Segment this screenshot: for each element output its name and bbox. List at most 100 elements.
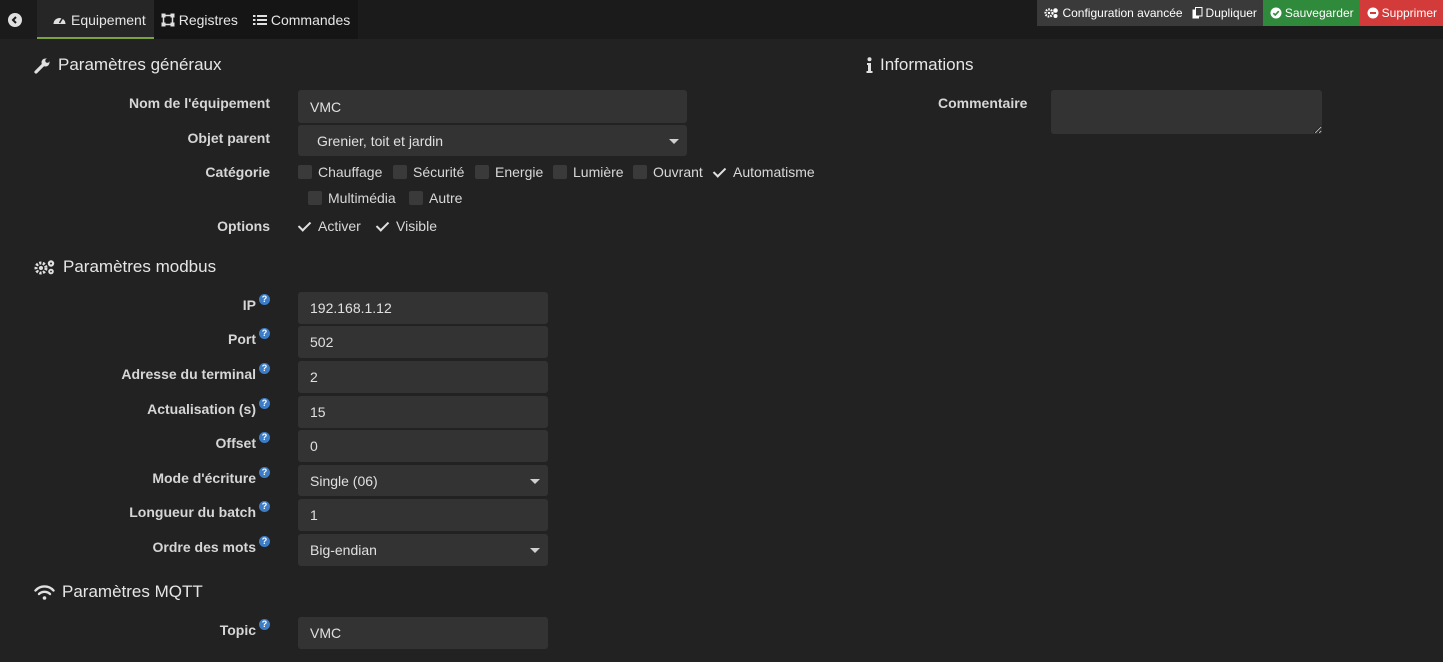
minus-circle-icon — [1367, 7, 1379, 19]
ip-label-text: IP — [242, 297, 256, 313]
terminal-address-label-text: Adresse du terminal — [121, 366, 256, 382]
category-autre-checkbox[interactable]: Autre — [409, 190, 462, 206]
option-activer-label: Activer — [318, 218, 361, 234]
offset-label-text: Offset — [215, 435, 256, 451]
equipment-name-label: Nom de l'équipement — [128, 95, 270, 111]
checkbox-box — [298, 165, 312, 179]
category-ouvrant-checkbox[interactable]: Ouvrant — [633, 164, 703, 180]
option-visible-checkbox[interactable]: Visible — [376, 218, 437, 234]
wrench-icon — [34, 57, 51, 74]
category-energie-label: Energie — [495, 164, 544, 180]
comment-textarea[interactable] — [1051, 90, 1322, 134]
options-label: Options — [217, 218, 270, 234]
dashboard-icon — [52, 13, 67, 26]
arrow-left-icon — [8, 12, 22, 27]
terminal-address-field[interactable]: 2 — [298, 361, 548, 393]
port-field[interactable]: 502 — [298, 326, 548, 358]
mqtt-section-title: Paramètres MQTT — [34, 582, 203, 602]
checkbox-box-checked — [713, 165, 727, 179]
general-section-title: Paramètres généraux — [34, 55, 221, 75]
checkbox-box — [409, 191, 423, 205]
tab-registres[interactable]: Registres — [154, 0, 246, 39]
info-title-text: Informations — [880, 55, 974, 74]
category-energie-checkbox[interactable]: Energie — [475, 164, 543, 180]
option-activer-checkbox[interactable]: Activer — [298, 218, 361, 234]
check-circle-icon — [1270, 7, 1282, 19]
modbus-section-title: Paramètres modbus — [34, 257, 216, 277]
help-icon[interactable]: ? — [259, 467, 270, 478]
save-label: Sauvegarder — [1284, 6, 1354, 20]
advanced-config-label: Configuration avancée — [1062, 6, 1183, 20]
tab-registres-label: Registres — [178, 11, 238, 28]
option-visible-label: Visible — [396, 218, 437, 234]
category-lumiere-checkbox[interactable]: Lumière — [553, 164, 624, 180]
checkbox-box-checked — [298, 219, 312, 233]
ip-field[interactable]: 192.168.1.12 — [298, 292, 548, 324]
save-button[interactable]: Sauvegarder — [1262, 0, 1360, 26]
category-chauffage-checkbox[interactable]: Chauffage — [298, 164, 382, 180]
terminal-address-label: Adresse du terminal? — [121, 363, 270, 382]
help-icon[interactable]: ? — [259, 432, 270, 443]
action-bar: Configuration avancée Dupliquer Sauvegar… — [1037, 0, 1443, 26]
help-icon[interactable]: ? — [259, 363, 270, 374]
cogs-icon — [1044, 7, 1059, 19]
category-chauffage-label: Chauffage — [318, 164, 383, 180]
category-automatisme-label: Automatisme — [733, 164, 815, 180]
category-ouvrant-label: Ouvrant — [653, 164, 703, 180]
comment-label: Commentaire — [938, 95, 1028, 111]
back-button[interactable] — [0, 0, 30, 39]
general-title-text: Paramètres généraux — [58, 55, 222, 74]
checkbox-box — [393, 165, 407, 179]
category-label: Catégorie — [205, 164, 270, 180]
refresh-field[interactable]: 15 — [298, 396, 548, 428]
info-section-title: Informations — [866, 55, 974, 75]
checkbox-box — [633, 165, 647, 179]
batch-length-field[interactable]: 1 — [298, 499, 548, 531]
duplicate-button[interactable]: Dupliquer — [1188, 0, 1263, 26]
info-icon — [866, 56, 873, 74]
checkbox-box — [308, 191, 322, 205]
top-bar: Equipement Registres Commandes Configura… — [0, 0, 1443, 39]
topic-field[interactable]: VMC — [298, 617, 548, 649]
tab-commandes-label: Commandes — [270, 11, 351, 28]
category-multimedia-checkbox[interactable]: Multimédia — [308, 190, 396, 206]
batch-length-label-text: Longueur du batch — [129, 504, 256, 520]
help-icon[interactable]: ? — [259, 536, 270, 547]
ip-label: IP? — [242, 294, 270, 313]
equipment-name-field[interactable]: VMC — [298, 90, 687, 123]
batch-length-label: Longueur du batch? — [129, 501, 270, 520]
category-securite-checkbox[interactable]: Sécurité — [393, 164, 464, 180]
offset-field[interactable]: 0 — [298, 430, 548, 462]
write-mode-label-text: Mode d'écriture — [152, 470, 256, 486]
parent-object-select[interactable]: Grenier, toit et jardin — [298, 125, 687, 156]
topic-label-text: Topic — [219, 622, 256, 638]
tab-bar: Equipement Registres Commandes — [37, 0, 359, 39]
port-label: Port? — [228, 328, 270, 347]
tab-equipement[interactable]: Equipement — [37, 0, 154, 39]
checkbox-box — [553, 165, 567, 179]
modbus-title-text: Paramètres modbus — [63, 257, 217, 276]
tab-commandes[interactable]: Commandes — [246, 0, 358, 39]
delete-button[interactable]: Supprimer — [1359, 0, 1443, 26]
advanced-config-button[interactable]: Configuration avancée — [1037, 0, 1189, 26]
category-securite-label: Sécurité — [413, 164, 465, 180]
offset-label: Offset? — [215, 432, 270, 451]
checkbox-box-checked — [376, 219, 390, 233]
help-icon[interactable]: ? — [259, 501, 270, 512]
category-multimedia-label: Multimédia — [328, 190, 396, 206]
word-order-select[interactable]: Big-endian — [298, 534, 548, 566]
category-lumiere-label: Lumière — [573, 164, 624, 180]
refresh-label: Actualisation (s)? — [147, 398, 270, 417]
help-icon[interactable]: ? — [259, 328, 270, 339]
category-autre-label: Autre — [429, 190, 463, 206]
port-label-text: Port — [228, 331, 256, 347]
help-icon[interactable]: ? — [259, 294, 270, 305]
write-mode-select[interactable]: Single (06) — [298, 465, 548, 496]
word-order-label-text: Ordre des mots — [152, 539, 256, 555]
category-automatisme-checkbox[interactable]: Automatisme — [713, 164, 815, 180]
help-icon[interactable]: ? — [259, 619, 270, 630]
mqtt-title-text: Paramètres MQTT — [62, 582, 203, 601]
registers-icon — [161, 13, 175, 27]
duplicate-label: Dupliquer — [1205, 6, 1257, 20]
help-icon[interactable]: ? — [259, 398, 270, 409]
